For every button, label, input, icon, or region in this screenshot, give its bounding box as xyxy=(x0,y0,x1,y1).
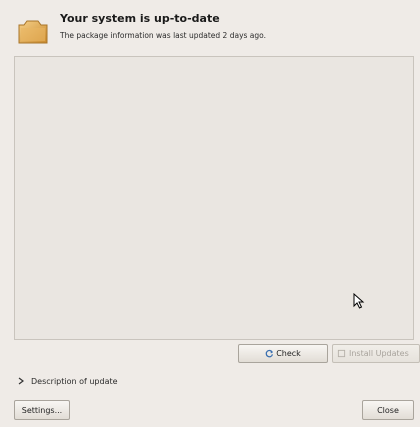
check-button-label: Check xyxy=(276,349,301,358)
expander-label: Description of update xyxy=(31,376,118,386)
settings-button[interactable]: Settings... xyxy=(14,400,70,420)
close-button[interactable]: Close xyxy=(362,400,414,420)
refresh-icon xyxy=(265,349,274,358)
install-button-label: Install Updates xyxy=(349,349,409,358)
status-title: Your system is up-to-date xyxy=(60,12,220,25)
install-updates-button[interactable]: Install Updates xyxy=(332,344,420,363)
close-button-label: Close xyxy=(377,405,399,415)
settings-button-label: Settings... xyxy=(21,405,63,415)
check-button[interactable]: Check xyxy=(238,344,328,363)
mouse-cursor-icon xyxy=(353,293,365,309)
package-icon xyxy=(18,20,48,44)
updates-list[interactable] xyxy=(14,56,414,340)
install-icon xyxy=(337,349,346,358)
chevron-right-icon xyxy=(18,377,24,385)
status-subtitle: The package information was last updated… xyxy=(60,31,266,40)
header: Your system is up-to-date The package in… xyxy=(14,8,414,52)
description-expander[interactable]: Description of update xyxy=(17,374,118,388)
